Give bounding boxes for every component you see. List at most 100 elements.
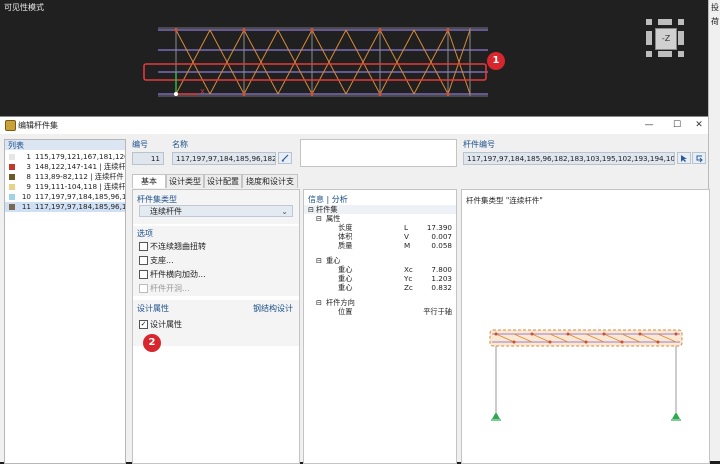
volume-value: 0.007 bbox=[431, 232, 452, 241]
tab-deflection-supports[interactable]: 挠度和设计支座 bbox=[242, 174, 298, 200]
callout-2: 2 bbox=[143, 334, 161, 352]
opt-warping-label: 不连续翘曲扭转 bbox=[150, 242, 206, 251]
zc-value: 0.832 bbox=[431, 283, 452, 292]
list-item[interactable]: 11 117,197,97,184,185,96,182,183, bbox=[5, 202, 125, 212]
preview-panel: 杆件集类型 "连续杆件" bbox=[461, 189, 710, 464]
edit-name-button[interactable] bbox=[278, 152, 292, 164]
list-item-number: 10 bbox=[21, 192, 31, 201]
color-swatch bbox=[9, 194, 15, 200]
yc-value: 1.203 bbox=[431, 274, 452, 283]
info-analysis-panel: 信息 | 分析 ⊟ 杆件集 ⊟ 属性 长度 L 17.390 体积 V 0.007 质量 M 0… bbox=[303, 189, 457, 464]
view-cube-face[interactable]: -Z bbox=[655, 28, 677, 50]
color-swatch bbox=[9, 184, 15, 190]
list-item-text: 117,197,97,184,185,96,182,183, bbox=[35, 202, 125, 211]
truss-preview-diagram bbox=[489, 329, 683, 421]
members-label: 杆件编号 bbox=[463, 140, 495, 149]
close-button[interactable]: ✕ bbox=[692, 119, 706, 131]
select-cursor-icon bbox=[681, 155, 687, 162]
name-field[interactable]: 117,197,97,184,185,96,182,183,10 bbox=[172, 152, 276, 165]
list-item[interactable]: 3 148,122,147-141 | 连续杆件 bbox=[5, 162, 125, 172]
design-props-checkbox[interactable]: ✓ bbox=[139, 320, 148, 329]
steel-design-label: 钢结构设计 bbox=[253, 304, 293, 313]
list-item[interactable]: 10 117,197,97,184,185,96,182,183, bbox=[5, 192, 125, 202]
tab-design-config[interactable]: 设计配置 bbox=[204, 174, 242, 188]
member-set-type-value: 连续杆件 bbox=[150, 207, 182, 216]
list-item-number: 8 bbox=[26, 172, 31, 181]
xc-value: 7.800 bbox=[431, 265, 452, 274]
tab-design-type[interactable]: 设计类型 bbox=[166, 174, 204, 188]
info-root: 杆件集 bbox=[316, 205, 338, 214]
model-viewport[interactable]: 可见性模式 X 1 -Z bbox=[0, 0, 708, 116]
dialog-title: 编辑杆件集 bbox=[18, 121, 58, 130]
length-symbol: L bbox=[404, 223, 409, 232]
centroid-group: 重心 bbox=[326, 256, 341, 265]
yc-symbol: Yc bbox=[404, 274, 413, 283]
xc-symbol: Xc bbox=[404, 265, 413, 274]
list-item-number: 3 bbox=[26, 162, 31, 171]
members-field[interactable]: 117,197,97,184,185,96,182,183,103,195,10… bbox=[463, 152, 675, 165]
yc-label: 重心 bbox=[338, 274, 353, 283]
zc-symbol: Zc bbox=[404, 283, 413, 292]
view-cube[interactable]: -Z bbox=[646, 19, 684, 57]
opt-stiffeners-label: 杆件横向加劲... bbox=[150, 270, 206, 279]
props-group: 属性 bbox=[326, 214, 341, 223]
comment-area[interactable] bbox=[300, 139, 457, 167]
design-props-check-label: 设计属性 bbox=[150, 320, 182, 329]
mass-label: 质量 bbox=[338, 241, 353, 250]
color-swatch bbox=[9, 164, 15, 170]
app-icon bbox=[5, 120, 16, 131]
opt-openings-label: 杆件开洞... bbox=[150, 284, 190, 293]
list-header: 列表 bbox=[5, 140, 125, 150]
list-item-text: 119,111-104,118 | 连续杆件 bbox=[35, 182, 125, 191]
truss-top-view[interactable] bbox=[0, 0, 708, 116]
list-item-number: 1 bbox=[26, 152, 31, 161]
position-label: 位置 bbox=[338, 307, 353, 316]
zc-label: 重心 bbox=[338, 283, 353, 292]
volume-symbol: V bbox=[404, 232, 409, 241]
list-item-text: 117,197,97,184,185,96,182,183, bbox=[35, 192, 125, 201]
list-item-number: 11 bbox=[21, 202, 31, 211]
length-value: 17.390 bbox=[426, 223, 452, 232]
info-header: 信息 | 分析 bbox=[308, 195, 348, 204]
edit-member-set-dialog: 编辑杆件集 — ☐ ✕ 列表 1 115,179,121,167,181,120,… bbox=[0, 116, 710, 464]
dialog-titlebar[interactable]: 编辑杆件集 — ☐ ✕ bbox=[0, 117, 708, 134]
direction-group: 杆件方向 bbox=[326, 298, 355, 307]
length-label: 长度 bbox=[338, 223, 353, 232]
list-item-text: 115,179,121,167,181,120,180,9 bbox=[35, 152, 125, 161]
callout-1: 1 bbox=[487, 52, 505, 70]
list-item-text: 113,89-82,112 | 连续杆件 bbox=[35, 172, 124, 181]
minimize-button[interactable]: — bbox=[642, 119, 656, 131]
opt-supports-label: 支座... bbox=[150, 256, 174, 265]
opt-openings-checkbox bbox=[139, 284, 148, 293]
number-label: 编号 bbox=[132, 140, 148, 149]
options-label: 选项 bbox=[137, 229, 153, 238]
number-field[interactable]: 11 bbox=[132, 152, 164, 165]
list-item[interactable]: 1 115,179,121,167,181,120,180,9 bbox=[5, 152, 125, 162]
reverse-button[interactable] bbox=[692, 152, 706, 164]
opt-warping-checkbox[interactable] bbox=[139, 242, 148, 251]
list-item[interactable]: 8 113,89-82,112 | 连续杆件 bbox=[5, 172, 125, 182]
chevron-down-icon: ⌄ bbox=[281, 207, 288, 216]
right-strip-text-2: 荷 bbox=[711, 17, 719, 26]
pick-members-button[interactable] bbox=[677, 152, 691, 164]
xc-label: 重心 bbox=[338, 265, 353, 274]
opt-stiffeners-checkbox[interactable] bbox=[139, 270, 148, 279]
swap-arrow-icon bbox=[696, 155, 703, 163]
member-set-type-select[interactable]: 连续杆件 ⌄ bbox=[139, 205, 293, 217]
design-props-label: 设计属性 bbox=[137, 304, 169, 313]
position-value: 平行于轴 bbox=[423, 307, 452, 316]
axis-x-label: X bbox=[200, 88, 205, 96]
list-item[interactable]: 9 119,111-104,118 | 连续杆件 bbox=[5, 182, 125, 192]
opt-supports-checkbox[interactable] bbox=[139, 256, 148, 265]
basic-tab-panel: 杆件集类型 连续杆件 ⌄ 选项 不连续翘曲扭转 支座... 杆件横向加劲... … bbox=[132, 189, 300, 464]
edit-icon bbox=[281, 154, 289, 162]
color-swatch bbox=[9, 154, 15, 160]
maximize-button[interactable]: ☐ bbox=[670, 119, 684, 131]
volume-label: 体积 bbox=[338, 232, 353, 241]
member-set-list[interactable]: 列表 1 115,179,121,167,181,120,180,9 3 148,12… bbox=[4, 139, 126, 464]
mass-value: 0.058 bbox=[431, 241, 452, 250]
list-item-number: 9 bbox=[26, 182, 31, 191]
right-strip-text-1: 投 bbox=[711, 3, 719, 12]
mass-symbol: M bbox=[404, 241, 411, 250]
tab-basic[interactable]: 基本 bbox=[132, 174, 166, 188]
